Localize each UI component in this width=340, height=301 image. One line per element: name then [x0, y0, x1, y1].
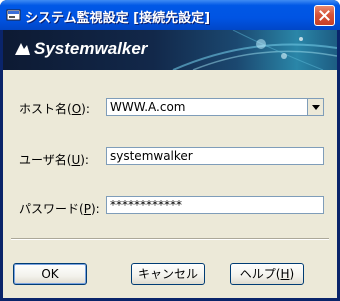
host-name-dropdown-button[interactable]: [307, 99, 323, 115]
dialog-window: システム監視設定 [接続先設定] Systemwalker ホスト名(O): W…: [0, 0, 340, 301]
user-name-input[interactable]: systemwalker: [106, 147, 324, 165]
user-label-mnemonic: U: [71, 153, 81, 167]
dialog-client-area: Systemwalker ホスト名(O): WWW.A.com ユーザ名(U):…: [3, 30, 337, 298]
password-value: ************: [110, 198, 182, 212]
title-bar[interactable]: システム監視設定 [接続先設定]: [0, 0, 340, 30]
host-label-mnemonic: O: [71, 102, 82, 116]
cancel-button[interactable]: キャンセル: [131, 263, 205, 285]
help-button[interactable]: ヘルプ(H): [230, 263, 304, 285]
user-label-suffix: ):: [80, 153, 89, 167]
user-label-prefix: ユーザ名(: [19, 153, 72, 167]
brand-logo: Systemwalker: [13, 39, 147, 59]
host-name-label: ホスト名(O):: [19, 100, 90, 117]
close-button[interactable]: [314, 5, 335, 26]
product-banner: Systemwalker: [3, 30, 337, 70]
chevron-down-icon: [311, 104, 320, 110]
host-label-prefix: ホスト名(: [19, 102, 72, 116]
ok-button[interactable]: OK: [13, 263, 87, 285]
window-title: システム監視設定 [接続先設定]: [25, 11, 211, 26]
user-name-value: systemwalker: [110, 149, 193, 163]
password-label-suffix: ):: [90, 202, 100, 216]
password-label: パスワード(P):: [19, 200, 100, 217]
close-icon: [319, 10, 330, 21]
host-name-combobox[interactable]: WWW.A.com: [106, 98, 324, 116]
app-icon: [6, 8, 22, 22]
help-label-mnemonic: H: [280, 267, 290, 281]
brand-mark-icon: [15, 43, 30, 55]
password-label-mnemonic: P: [83, 202, 91, 216]
host-name-value: WWW.A.com: [110, 100, 186, 114]
password-input[interactable]: ************: [106, 196, 324, 214]
brand-name: Systemwalker: [34, 39, 148, 58]
password-label-prefix: パスワード(: [19, 202, 84, 216]
user-name-label: ユーザ名(U):: [19, 151, 89, 168]
host-label-suffix: ):: [81, 102, 90, 116]
help-label-prefix: ヘルプ(: [239, 267, 281, 281]
help-label-suffix: ): [289, 267, 295, 281]
separator: [11, 238, 329, 240]
